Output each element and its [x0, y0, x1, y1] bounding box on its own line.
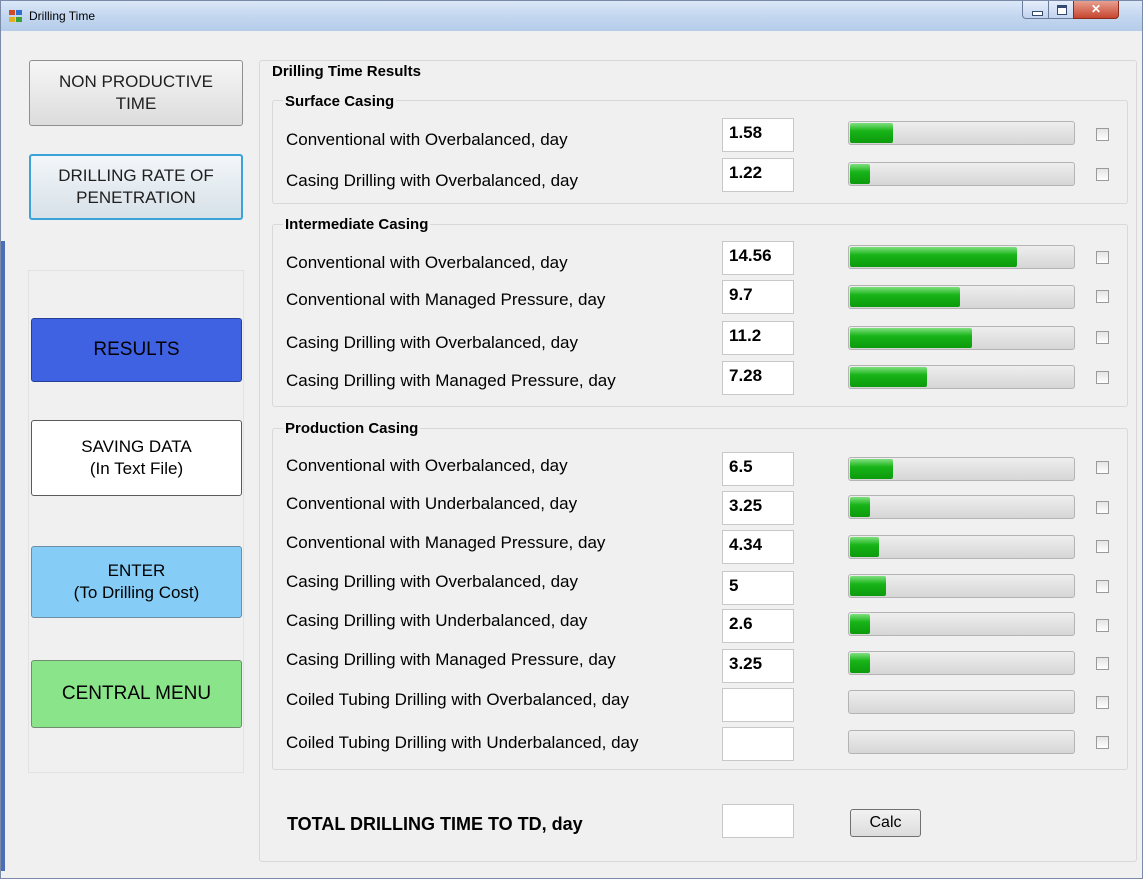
- row-label: Coiled Tubing Drilling with Underbalance…: [286, 733, 639, 752]
- surface-casing-title: Surface Casing: [283, 93, 397, 110]
- value-field[interactable]: 7.28: [722, 361, 794, 395]
- window-title: Drilling Time: [29, 9, 96, 23]
- results-button[interactable]: RESULTS: [31, 318, 242, 382]
- progress-fill: [850, 367, 927, 387]
- non-productive-time-button[interactable]: NON PRODUCTIVE TIME: [29, 60, 243, 126]
- results-title: Drilling Time Results: [270, 63, 423, 80]
- progress-bar: [848, 326, 1075, 350]
- row-label: Coiled Tubing Drilling with Overbalanced…: [286, 690, 630, 709]
- row-label: Casing Drilling with Overbalanced, day: [286, 171, 578, 190]
- value-field[interactable]: 1.22: [722, 158, 794, 192]
- row-checkbox[interactable]: [1096, 501, 1109, 514]
- central-menu-button[interactable]: CENTRAL MENU: [31, 660, 242, 728]
- value-field[interactable]: 6.5: [722, 452, 794, 486]
- window-edge: [1, 241, 5, 871]
- row-label: Casing Drilling with Underbalanced, day: [286, 611, 588, 630]
- value-field[interactable]: [722, 688, 794, 722]
- value-field[interactable]: 2.6: [722, 609, 794, 643]
- progress-bar: [848, 651, 1075, 675]
- progress-fill: [850, 123, 893, 143]
- progress-bar: [848, 495, 1075, 519]
- progress-bar: [848, 285, 1075, 309]
- row-label: Casing Drilling with Overbalanced, day: [286, 572, 578, 591]
- close-button[interactable]: ✕: [1073, 1, 1119, 19]
- minimize-button[interactable]: [1022, 1, 1049, 19]
- progress-fill: [850, 247, 1017, 267]
- maximize-button[interactable]: [1048, 1, 1074, 19]
- value-field[interactable]: 9.7: [722, 280, 794, 314]
- progress-fill: [850, 497, 870, 517]
- value-field[interactable]: 5: [722, 571, 794, 605]
- row-label: Conventional with Underbalanced, day: [286, 494, 578, 513]
- intermediate-casing-title: Intermediate Casing: [283, 216, 431, 233]
- row-checkbox[interactable]: [1096, 619, 1109, 632]
- progress-fill: [850, 328, 972, 348]
- row-checkbox[interactable]: [1096, 128, 1109, 141]
- row-checkbox[interactable]: [1096, 580, 1109, 593]
- value-field[interactable]: 3.25: [722, 649, 794, 683]
- enter-drilling-cost-button[interactable]: ENTER (To Drilling Cost): [31, 546, 242, 618]
- value-field[interactable]: 4.34: [722, 530, 794, 564]
- row-label: Casing Drilling with Overbalanced, day: [286, 333, 578, 352]
- saving-data-button[interactable]: SAVING DATA (In Text File): [31, 420, 242, 496]
- row-checkbox[interactable]: [1096, 696, 1109, 709]
- row-checkbox[interactable]: [1096, 331, 1109, 344]
- row-checkbox[interactable]: [1096, 371, 1109, 384]
- progress-fill: [850, 164, 870, 184]
- total-drilling-time-label: TOTAL DRILLING TIME TO TD, day: [287, 814, 583, 834]
- progress-bar: [848, 574, 1075, 598]
- progress-bar: [848, 162, 1075, 186]
- progress-fill: [850, 653, 870, 673]
- progress-bar: [848, 535, 1075, 559]
- row-label: Conventional with Managed Pressure, day: [286, 290, 606, 309]
- row-label: Conventional with Overbalanced, day: [286, 130, 568, 149]
- row-checkbox[interactable]: [1096, 290, 1109, 303]
- title-bar[interactable]: Drilling Time ✕: [1, 1, 1142, 31]
- total-drilling-time-field[interactable]: [722, 804, 794, 838]
- progress-fill: [850, 537, 879, 557]
- row-checkbox[interactable]: [1096, 251, 1109, 264]
- progress-bar: [848, 121, 1075, 145]
- progress-bar: [848, 245, 1075, 269]
- progress-fill: [850, 287, 960, 307]
- row-label: Casing Drilling with Managed Pressure, d…: [286, 650, 616, 669]
- row-label: Conventional with Overbalanced, day: [286, 456, 568, 475]
- drilling-rop-button[interactable]: DRILLING RATE OF PENETRATION: [29, 154, 243, 220]
- progress-bar: [848, 612, 1075, 636]
- progress-bar: [848, 365, 1075, 389]
- app-icon: [9, 10, 23, 23]
- progress-fill: [850, 614, 870, 634]
- progress-fill: [850, 459, 893, 479]
- row-checkbox[interactable]: [1096, 168, 1109, 181]
- value-field[interactable]: 3.25: [722, 491, 794, 525]
- row-checkbox[interactable]: [1096, 657, 1109, 670]
- row-label: Casing Drilling with Managed Pressure, d…: [286, 371, 616, 390]
- calc-button[interactable]: Calc: [850, 809, 921, 837]
- value-field[interactable]: [722, 727, 794, 761]
- production-casing-title: Production Casing: [283, 420, 421, 437]
- row-label: Conventional with Managed Pressure, day: [286, 533, 606, 552]
- progress-fill: [850, 576, 886, 596]
- value-field[interactable]: 1.58: [722, 118, 794, 152]
- row-label: Conventional with Overbalanced, day: [286, 253, 568, 272]
- progress-bar: [848, 730, 1075, 754]
- value-field[interactable]: 11.2: [722, 321, 794, 355]
- progress-bar: [848, 690, 1075, 714]
- close-icon: ✕: [1090, 2, 1102, 16]
- progress-bar: [848, 457, 1075, 481]
- row-checkbox[interactable]: [1096, 461, 1109, 474]
- value-field[interactable]: 14.56: [722, 241, 794, 275]
- row-checkbox[interactable]: [1096, 540, 1109, 553]
- row-checkbox[interactable]: [1096, 736, 1109, 749]
